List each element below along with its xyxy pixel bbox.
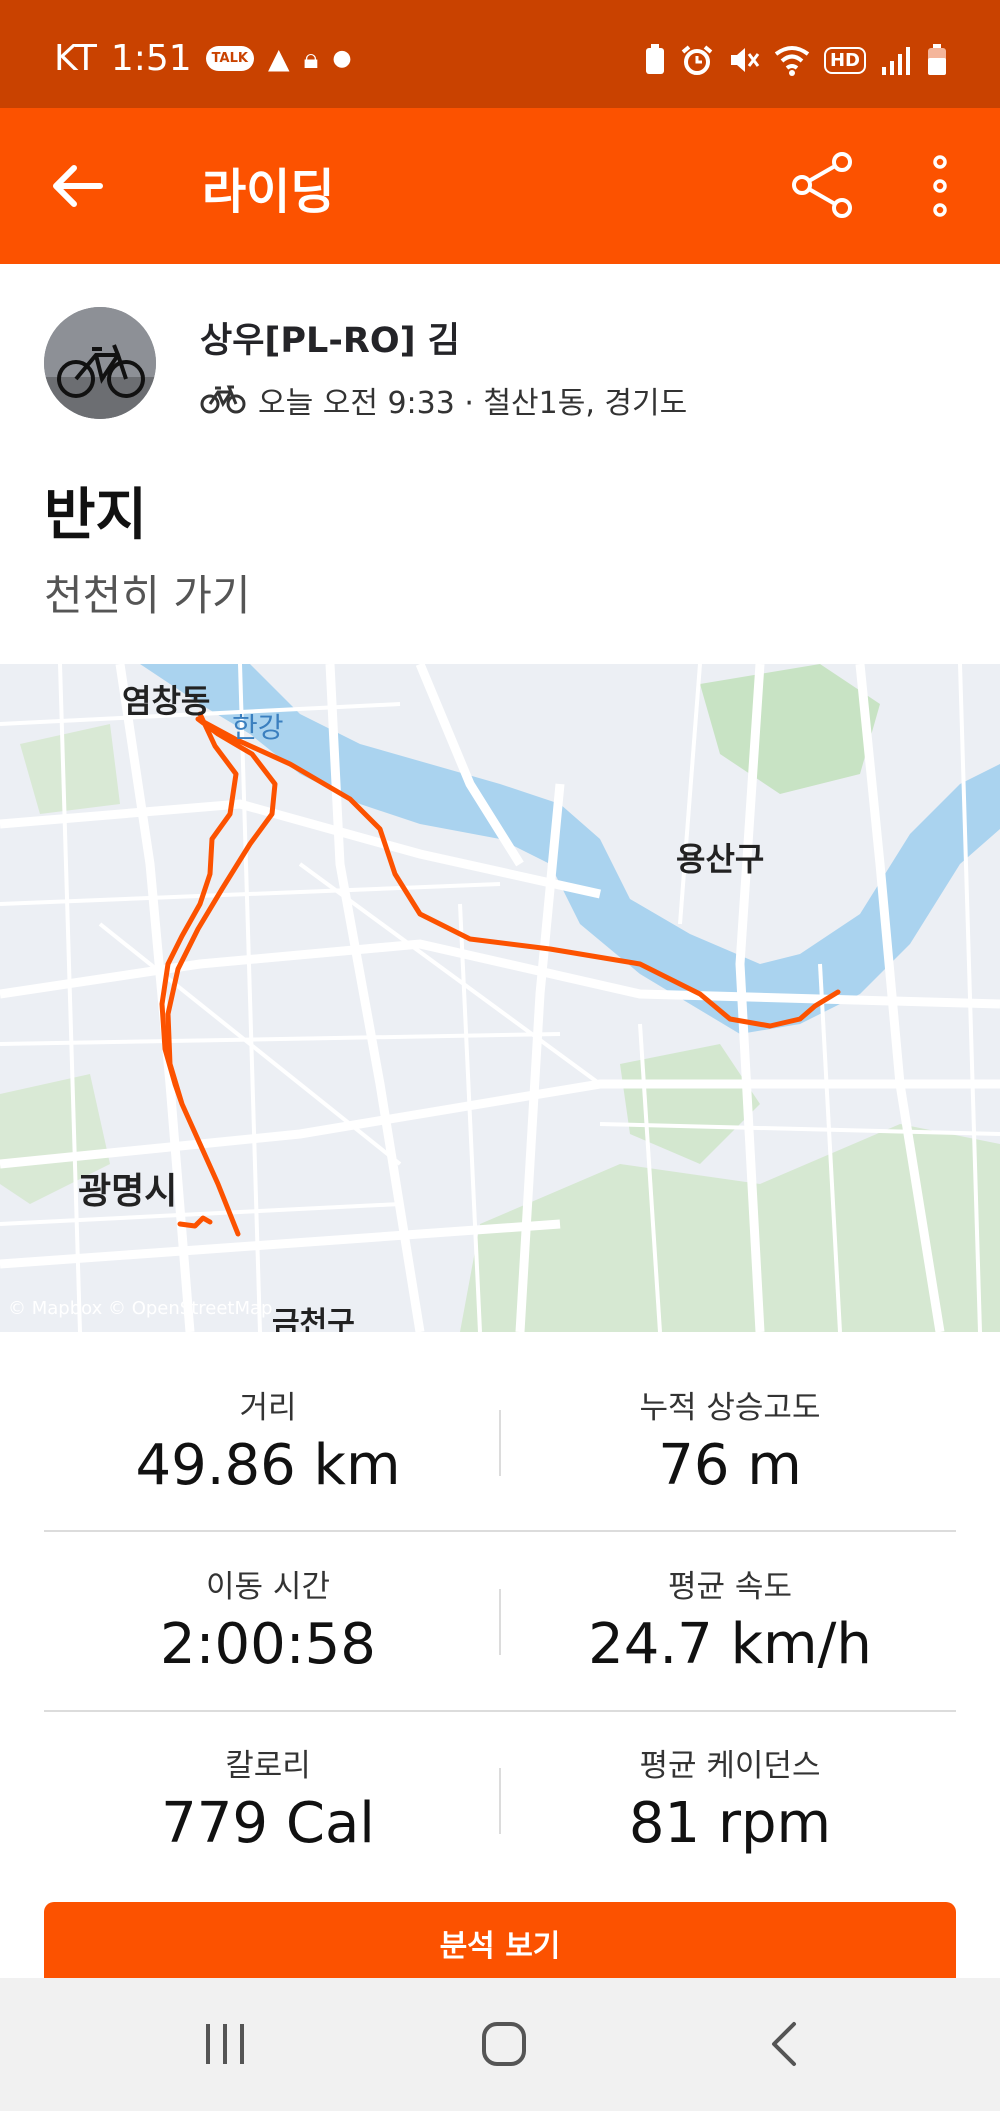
stat-value: 49.86 km [135,1433,401,1498]
map-attribution[interactable]: © Mapbox © OpenStreetMap [8,1298,272,1319]
bike-icon [200,385,246,414]
alarm-icon [681,45,713,75]
activity-title: 반지 [44,483,148,548]
athlete-name[interactable]: 상우[PL-RO] 김 [200,312,460,363]
stat-label: 평균 케이던스 [639,1748,821,1784]
map-label-yongsan: 용산구 [676,840,765,878]
dot-icon: ● [332,45,352,71]
stat-value: 779 Cal [161,1791,375,1856]
stat-label: 평균 속도 [668,1569,792,1605]
status-right: HD [644,44,948,76]
row-divider [44,1530,956,1532]
row-divider [44,1710,956,1712]
stat-elevation: 누적 상승고도 76 m [480,1382,980,1498]
stat-avg-speed: 평균 속도 24.7 km/h [480,1561,980,1677]
stat-value: 2:00:58 [160,1612,376,1677]
battery-saver-icon [645,44,664,74]
stat-moving-time: 이동 시간 2:00:58 [18,1561,518,1677]
route-map[interactable]: 염창동 한강 용산구 광명시 금천구 © Mapbox © OpenStreet… [0,664,1000,1332]
system-nav-bar [0,1978,1000,2111]
map-label-gwangmyeong: 광명시 [78,1171,178,1212]
hd-badge: HD [823,46,866,74]
signal-icon [882,47,910,75]
map-label-yeomchang: 염창동 [122,682,211,720]
stat-value: 81 rpm [628,1791,832,1856]
activity-meta: 오늘 오전 9:33 · 철산1동, 경기도 [200,378,687,422]
stat-calories: 칼로리 779 Cal [18,1740,518,1856]
bicycle-photo [44,307,156,419]
stat-label: 누적 상승고도 [639,1390,821,1426]
activity-description: 천천히 가기 [44,571,251,620]
battery-icon [928,44,946,75]
back-nav-icon[interactable] [768,2020,800,2068]
home-icon[interactable] [480,2020,528,2068]
status-bar: KT 1:51 TALK ▲ 🔒︎ ● HD [0,0,1000,108]
stat-label: 거리 [239,1390,297,1426]
mute-icon [730,48,760,72]
back-arrow-icon[interactable] [50,158,106,214]
recent-apps-icon[interactable] [202,2022,248,2066]
clock: 1:51 [110,38,192,79]
athlete-avatar[interactable] [44,307,156,419]
share-icon[interactable] [788,150,858,220]
lock-icon: 🔒︎ [303,41,319,75]
stat-distance: 거리 49.86 km [18,1382,518,1498]
stat-avg-cadence: 평균 케이던스 81 rpm [480,1740,980,1856]
map-label-hangang: 한강 [232,711,284,744]
stat-label: 칼로리 [225,1748,311,1784]
activity-date-location: 오늘 오전 9:33 · 철산1동, 경기도 [258,386,688,421]
stat-label: 이동 시간 [206,1569,330,1605]
app-bar-title: 라이딩 [202,164,335,220]
app-bar: 라이딩 [0,108,1000,264]
more-options-icon[interactable] [922,154,958,218]
stat-value: 76 m [658,1433,802,1498]
wifi-icon [774,46,810,76]
stat-value: 24.7 km/h [588,1612,872,1677]
carrier-label: KT [54,38,97,79]
talk-notification-icon: TALK [205,46,254,71]
map-label-geumcheon: 금천구 [272,1306,355,1332]
status-left: KT 1:51 TALK ▲ 🔒︎ ● [54,38,352,79]
map-canvas [0,664,1000,1332]
strava-notification-icon: ▲ [267,41,290,75]
